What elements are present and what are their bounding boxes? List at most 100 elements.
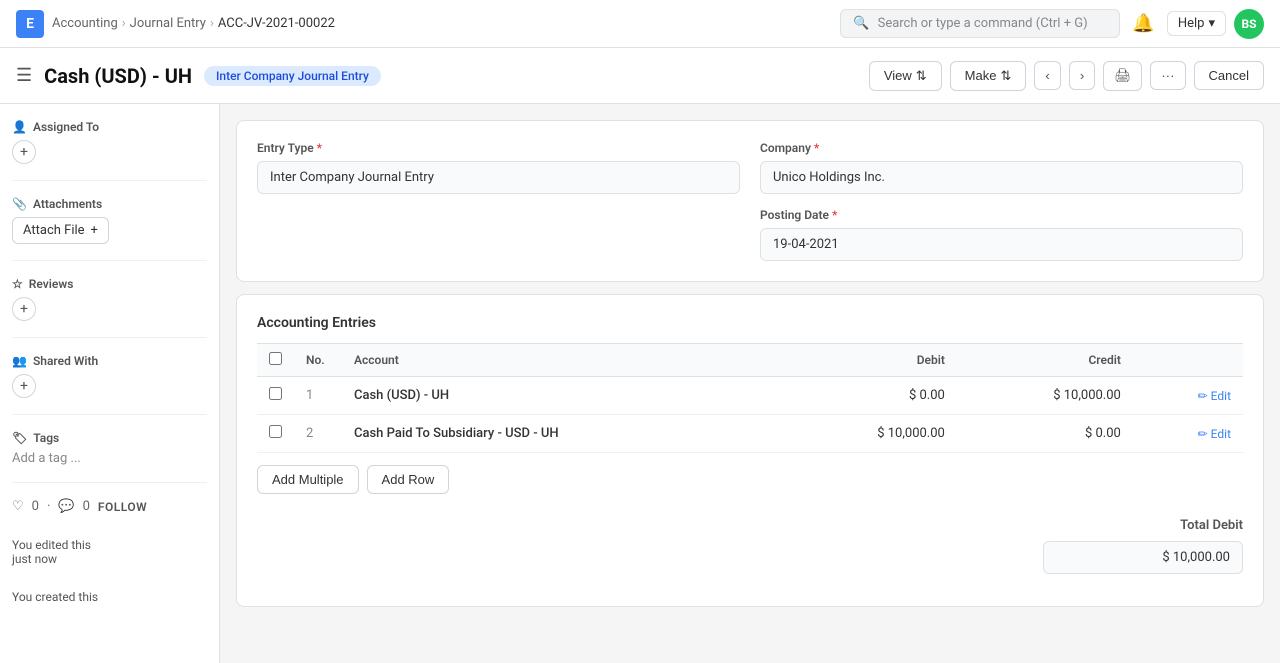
app-logo[interactable]: E xyxy=(16,10,44,38)
reviews-label: ☆ Reviews xyxy=(12,277,207,291)
divider-1 xyxy=(12,180,207,181)
row-no: 1 xyxy=(294,377,342,415)
divider-3 xyxy=(12,337,207,338)
topnav: E Accounting › Journal Entry › ACC-JV-20… xyxy=(0,0,1280,48)
form-grid: Entry Type * Inter Company Journal Entry… xyxy=(257,141,1243,261)
shared-with-add-button[interactable]: + xyxy=(12,374,36,398)
accounting-entries-title: Accounting Entries xyxy=(257,315,1243,331)
reviews-add-button[interactable]: + xyxy=(12,297,36,321)
notifications-icon[interactable]: 🔔 xyxy=(1128,9,1158,38)
like-icon[interactable]: ♡ xyxy=(12,499,24,514)
paperclip-icon: 📎 xyxy=(12,197,27,211)
main-layout: 👤 Assigned To + 📎 Attachments Attach Fil… xyxy=(0,104,1280,663)
row-checkbox-1[interactable] xyxy=(269,425,282,438)
page-title: Cash (USD) - UH xyxy=(44,64,192,88)
tag-icon: 🏷 xyxy=(12,431,27,445)
view-button[interactable]: View ⇅ xyxy=(869,61,942,91)
col-actions xyxy=(1133,344,1243,377)
right-form-group: Company * Unico Holdings Inc. Posting Da… xyxy=(760,141,1243,261)
col-debit: Debit xyxy=(781,344,957,377)
view-chevron-icon: ⇅ xyxy=(916,68,927,84)
add-tag-input[interactable]: Add a tag ... xyxy=(12,451,207,466)
user-icon: 👤 xyxy=(12,120,27,134)
search-placeholder: Search or type a command (Ctrl + G) xyxy=(878,16,1088,31)
follow-button[interactable]: FOLLOW xyxy=(98,500,147,514)
posting-date-required: * xyxy=(832,208,837,222)
breadcrumb-journal-entry[interactable]: Journal Entry xyxy=(130,16,206,31)
more-options-button[interactable]: ··· xyxy=(1150,61,1185,90)
row-checkbox-0[interactable] xyxy=(269,387,282,400)
table-row: 2 Cash Paid To Subsidiary - USD - UH $ 1… xyxy=(257,415,1243,453)
comment-icon[interactable]: 💬 xyxy=(58,499,74,514)
page-header: ☰ Cash (USD) - UH Inter Company Journal … xyxy=(0,48,1280,104)
dot-separator: · xyxy=(47,499,50,514)
col-check xyxy=(257,344,294,377)
company-required: * xyxy=(814,141,819,155)
row-debit: $ 10,000.00 xyxy=(781,415,957,453)
breadcrumb-accounting[interactable]: Accounting xyxy=(52,16,118,31)
add-row-button[interactable]: Add Row xyxy=(367,465,450,494)
attach-label: Attach File xyxy=(23,223,85,238)
table-row: 1 Cash (USD) - UH $ 0.00 $ 10,000.00 ✏ E… xyxy=(257,377,1243,415)
sidebar: 👤 Assigned To + 📎 Attachments Attach Fil… xyxy=(0,104,220,663)
cancel-button[interactable]: Cancel xyxy=(1194,61,1264,90)
main-content: Entry Type * Inter Company Journal Entry… xyxy=(220,104,1280,663)
row-checkbox-cell xyxy=(257,377,294,415)
breadcrumb: Accounting › Journal Entry › ACC-JV-2021… xyxy=(52,16,335,31)
shared-with-label: 👥 Shared With xyxy=(12,354,207,368)
reviews-section: ☆ Reviews + xyxy=(12,277,207,321)
avatar[interactable]: BS xyxy=(1234,9,1264,39)
comments-count: 0 xyxy=(83,499,90,514)
assigned-to-label: 👤 Assigned To xyxy=(12,120,207,134)
attach-plus-icon: + xyxy=(91,223,98,238)
print-button[interactable]: 🖨 xyxy=(1103,61,1142,91)
entry-type-field[interactable]: Inter Company Journal Entry xyxy=(257,161,740,194)
posting-date-label: Posting Date * xyxy=(760,208,1243,222)
divider-5 xyxy=(12,482,207,483)
help-label: Help xyxy=(1178,16,1205,31)
attachments-label: 📎 Attachments xyxy=(12,197,207,211)
page-actions: View ⇅ Make ⇅ ‹ › 🖨 ··· Cancel xyxy=(869,61,1264,91)
activity-line1: You edited this just now xyxy=(12,538,207,566)
make-chevron-icon: ⇅ xyxy=(1000,68,1011,84)
sidebar-toggle-icon[interactable]: ☰ xyxy=(16,65,32,86)
entry-type-label: Entry Type * xyxy=(257,141,740,155)
star-icon: ☆ xyxy=(12,277,23,291)
row-account: Cash Paid To Subsidiary - USD - UH xyxy=(342,415,781,453)
row-no: 2 xyxy=(294,415,342,453)
table-footer: Add Multiple Add Row xyxy=(257,453,1243,506)
posting-date-field[interactable]: 19-04-2021 xyxy=(760,228,1243,261)
add-multiple-button[interactable]: Add Multiple xyxy=(257,465,359,494)
likes-count: 0 xyxy=(32,499,39,514)
company-label: Company * xyxy=(760,141,1243,155)
search-icon: 🔍 xyxy=(853,16,869,31)
row-credit: $ 10,000.00 xyxy=(957,377,1133,415)
help-chevron-icon: ▾ xyxy=(1208,16,1215,31)
row-edit-button[interactable]: ✏ Edit xyxy=(1133,377,1243,415)
row-account: Cash (USD) - UH xyxy=(342,377,781,415)
entry-type-group: Entry Type * Inter Company Journal Entry xyxy=(257,141,740,261)
attach-file-button[interactable]: Attach File + xyxy=(12,217,109,244)
breadcrumb-record[interactable]: ACC-JV-2021-00022 xyxy=(218,16,335,31)
search-bar[interactable]: 🔍 Search or type a command (Ctrl + G) xyxy=(840,9,1120,38)
make-button[interactable]: Make ⇅ xyxy=(950,61,1027,91)
row-edit-button[interactable]: ✏ Edit xyxy=(1133,415,1243,453)
select-all-checkbox[interactable] xyxy=(269,352,282,365)
divider-4 xyxy=(12,414,207,415)
prev-button[interactable]: ‹ xyxy=(1034,61,1060,90)
total-debit-label: Total Debit xyxy=(1180,518,1243,533)
row-credit: $ 0.00 xyxy=(957,415,1133,453)
company-field[interactable]: Unico Holdings Inc. xyxy=(760,161,1243,194)
help-menu[interactable]: Help ▾ xyxy=(1167,11,1226,36)
footer-actions: ♡ 0 · 💬 0 FOLLOW xyxy=(12,499,207,514)
divider-2 xyxy=(12,260,207,261)
tags-label: 🏷 Tags xyxy=(12,431,207,445)
attachments-section: 📎 Attachments Attach File + xyxy=(12,197,207,244)
next-button[interactable]: › xyxy=(1069,61,1095,90)
assigned-to-add-button[interactable]: + xyxy=(12,140,36,164)
topnav-actions: 🔔 Help ▾ BS xyxy=(1128,9,1264,39)
shared-icon: 👥 xyxy=(12,354,27,368)
shared-with-section: 👥 Shared With + xyxy=(12,354,207,398)
assigned-to-section: 👤 Assigned To + xyxy=(12,120,207,164)
row-checkbox-cell xyxy=(257,415,294,453)
